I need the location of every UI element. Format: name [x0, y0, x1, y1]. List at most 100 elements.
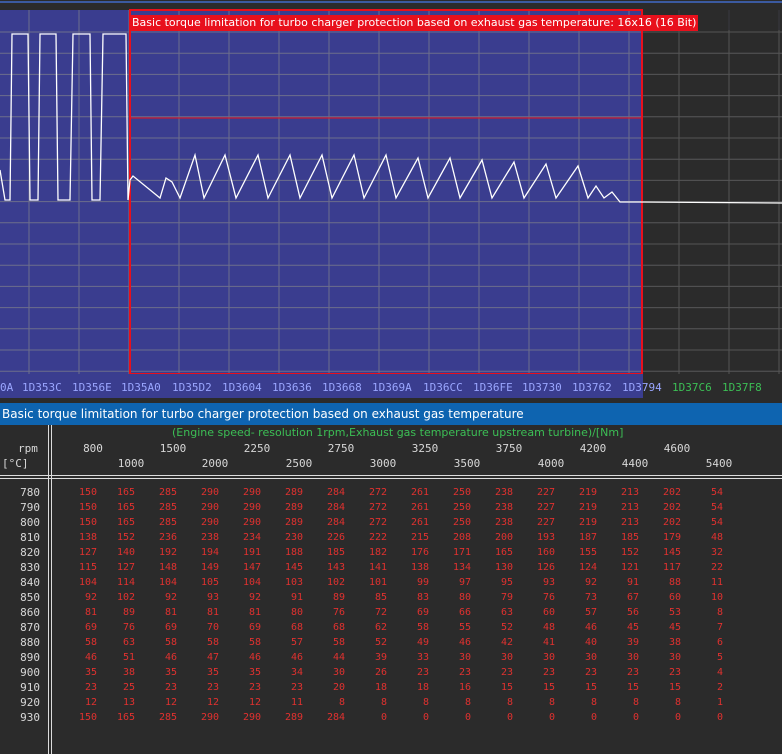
table-cell[interactable]: 138	[389, 562, 429, 573]
table-cell[interactable]: 23	[389, 667, 429, 678]
table-cell[interactable]: 284	[305, 487, 345, 498]
table-cell[interactable]: 8	[557, 697, 597, 708]
table-cell[interactable]: 13	[95, 697, 135, 708]
table-cell[interactable]: 127	[95, 562, 135, 573]
table-cell[interactable]: 8	[431, 697, 471, 708]
table-cell[interactable]: 23	[515, 667, 555, 678]
table-cell[interactable]: 26	[347, 667, 387, 678]
table-cell[interactable]: 92	[557, 577, 597, 588]
table-cell[interactable]: 152	[95, 532, 135, 543]
table-cell[interactable]: 23	[221, 682, 261, 693]
table-cell[interactable]: 76	[305, 607, 345, 618]
table-cell[interactable]: 188	[263, 547, 303, 558]
table-cell[interactable]: 57	[263, 637, 303, 648]
table-cell[interactable]: 290	[179, 487, 219, 498]
table-cell[interactable]: 70	[179, 622, 219, 633]
table-cell[interactable]: 8	[515, 697, 555, 708]
table-cell[interactable]: 284	[305, 517, 345, 528]
table-cell[interactable]: 30	[305, 667, 345, 678]
table-cell[interactable]: 15	[557, 682, 597, 693]
table-cell[interactable]: 23	[179, 682, 219, 693]
table-cell[interactable]: 272	[347, 502, 387, 513]
table-cell[interactable]: 8	[347, 697, 387, 708]
table-cell[interactable]: 12	[179, 697, 219, 708]
table-cell[interactable]: 127	[57, 547, 97, 558]
table-cell[interactable]: 79	[473, 592, 513, 603]
table-cell[interactable]: 289	[263, 517, 303, 528]
table-cell[interactable]: 250	[431, 502, 471, 513]
table-cell[interactable]: 93	[179, 592, 219, 603]
table-cell[interactable]: 182	[347, 547, 387, 558]
table-cell[interactable]: 238	[473, 487, 513, 498]
table-cell[interactable]: 171	[431, 547, 471, 558]
table-cell[interactable]: 52	[347, 637, 387, 648]
table-cell[interactable]: 58	[179, 637, 219, 648]
table-cell[interactable]: 93	[515, 577, 555, 588]
table-cell[interactable]: 80	[431, 592, 471, 603]
waveform-plot[interactable]: 0A 1D353C 1D356E 1D35A0 1D35D2 1D3604 1D3636 1D…	[0, 0, 782, 398]
table-cell[interactable]: 80	[263, 607, 303, 618]
table-cell[interactable]: 58	[57, 637, 97, 648]
table-cell[interactable]: 0	[683, 712, 723, 723]
table-cell[interactable]: 41	[515, 637, 555, 648]
table-cell[interactable]: 165	[95, 502, 135, 513]
table-cell[interactable]: 68	[263, 622, 303, 633]
table-cell[interactable]: 91	[599, 577, 639, 588]
table-cell[interactable]: 39	[347, 652, 387, 663]
table-cell[interactable]: 219	[557, 487, 597, 498]
table-cell[interactable]: 18	[389, 682, 429, 693]
table-cell[interactable]: 104	[57, 577, 97, 588]
table-cell[interactable]: 141	[347, 562, 387, 573]
table-cell[interactable]: 238	[179, 532, 219, 543]
table-cell[interactable]: 23	[599, 667, 639, 678]
table-cell[interactable]: 30	[473, 652, 513, 663]
table-cell[interactable]: 12	[57, 697, 97, 708]
table-cell[interactable]: 222	[347, 532, 387, 543]
table-cell[interactable]: 289	[263, 712, 303, 723]
table-cell[interactable]: 176	[389, 547, 429, 558]
table-cell[interactable]: 290	[221, 712, 261, 723]
table-cell[interactable]: 261	[389, 517, 429, 528]
table-cell[interactable]: 285	[137, 502, 177, 513]
table-cell[interactable]: 143	[305, 562, 345, 573]
table-cell[interactable]: 35	[179, 667, 219, 678]
table-cell[interactable]: 23	[263, 682, 303, 693]
table-cell[interactable]: 63	[95, 637, 135, 648]
table-cell[interactable]: 290	[179, 502, 219, 513]
table-cell[interactable]: 114	[95, 577, 135, 588]
table-cell[interactable]: 238	[473, 517, 513, 528]
table-cell[interactable]: 250	[431, 517, 471, 528]
table-cell[interactable]: 81	[137, 607, 177, 618]
table-cell[interactable]: 35	[221, 667, 261, 678]
table-cell[interactable]: 1	[683, 697, 723, 708]
table-cell[interactable]: 104	[137, 577, 177, 588]
table-cell[interactable]: 105	[179, 577, 219, 588]
table-cell[interactable]: 49	[389, 637, 429, 648]
table-cell[interactable]: 200	[473, 532, 513, 543]
table-cell[interactable]: 51	[95, 652, 135, 663]
table-cell[interactable]: 213	[599, 487, 639, 498]
table-cell[interactable]: 92	[137, 592, 177, 603]
table-cell[interactable]: 52	[473, 622, 513, 633]
table-cell[interactable]: 145	[263, 562, 303, 573]
table-cell[interactable]: 0	[557, 712, 597, 723]
table-cell[interactable]: 193	[515, 532, 555, 543]
table-cell[interactable]: 81	[179, 607, 219, 618]
table-cell[interactable]: 83	[389, 592, 429, 603]
table-cell[interactable]: 58	[221, 637, 261, 648]
table-cell[interactable]: 124	[557, 562, 597, 573]
table-cell[interactable]: 290	[179, 517, 219, 528]
table-cell[interactable]: 11	[683, 577, 723, 588]
table-cell[interactable]: 76	[95, 622, 135, 633]
table-cell[interactable]: 15	[473, 682, 513, 693]
table-cell[interactable]: 138	[57, 532, 97, 543]
table-cell[interactable]: 219	[557, 517, 597, 528]
table-cell[interactable]: 60	[515, 607, 555, 618]
table-cell[interactable]: 194	[179, 547, 219, 558]
table-cell[interactable]: 54	[683, 502, 723, 513]
table-cell[interactable]: 91	[263, 592, 303, 603]
table-cell[interactable]: 150	[57, 712, 97, 723]
table-cell[interactable]: 23	[57, 682, 97, 693]
table-cell[interactable]: 30	[557, 652, 597, 663]
table-cell[interactable]: 12	[137, 697, 177, 708]
